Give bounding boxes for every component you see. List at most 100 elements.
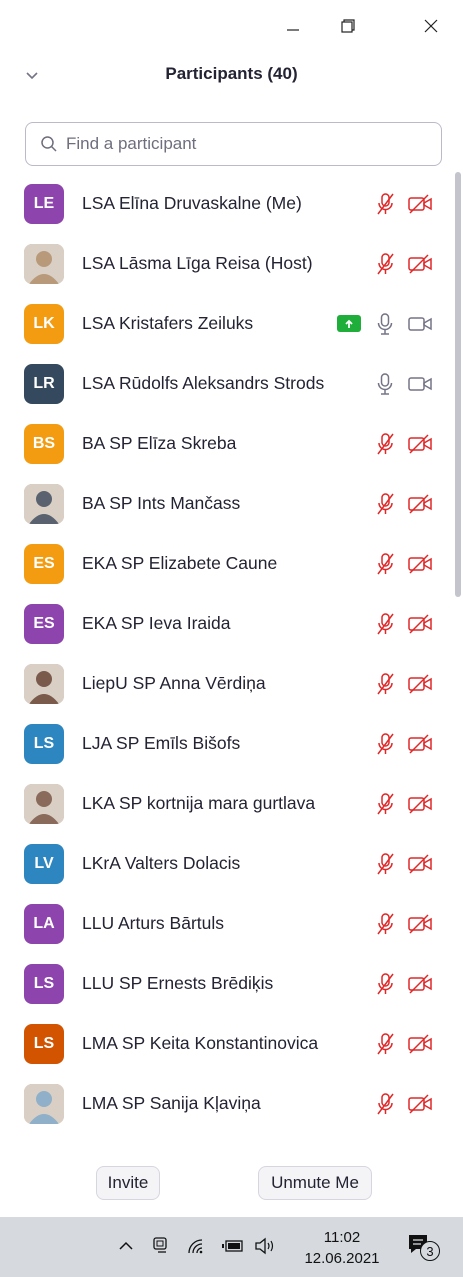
participant-row[interactable]: LR LSA Rūdolfs Aleksandrs Strods xyxy=(0,354,452,414)
participant-name: BA SP Ints Mančass xyxy=(82,493,241,513)
video-icon[interactable] xyxy=(407,372,433,396)
avatar: BS xyxy=(24,424,64,464)
video-off-icon[interactable] xyxy=(407,852,433,876)
mic-muted-icon[interactable] xyxy=(372,792,398,816)
participant-row[interactable]: LMA SP Sanija Kļaviņa xyxy=(0,1074,452,1134)
participant-row[interactable]: LE LSA Elīna Druvaskalne (Me) xyxy=(0,174,452,234)
participant-row[interactable]: ES EKA SP Ieva Iraida xyxy=(0,594,452,654)
video-off-icon[interactable] xyxy=(407,972,433,996)
participant-row[interactable]: LiepU SP Anna Vērdiņa xyxy=(0,654,452,714)
mic-muted-icon[interactable] xyxy=(372,852,398,876)
mic-muted-icon[interactable] xyxy=(372,192,398,216)
share-screen-icon xyxy=(337,315,361,332)
participant-row[interactable]: LA LLU Arturs Bārtuls xyxy=(0,894,452,954)
avatar-photo xyxy=(24,784,64,824)
mic-muted-icon[interactable] xyxy=(372,972,398,996)
avatar: LE xyxy=(24,184,64,224)
avatar: LV xyxy=(24,844,64,884)
volume-icon[interactable] xyxy=(254,1233,278,1259)
mic-muted-icon[interactable] xyxy=(372,912,398,936)
participant-name: LKA SP kortnija mara gurtlava xyxy=(82,793,316,813)
avatar: ES xyxy=(24,604,64,644)
video-off-icon[interactable] xyxy=(407,1032,433,1056)
invite-button[interactable]: Invite xyxy=(96,1166,160,1200)
participant-name: LSA Lāsma Līga Reisa (Host) xyxy=(82,253,313,273)
participant-name: LMA SP Keita Konstantinovica xyxy=(82,1033,319,1053)
minimize-icon xyxy=(287,29,299,31)
panel-footer: Invite Unmute Me xyxy=(0,1150,463,1216)
video-off-icon[interactable] xyxy=(407,552,433,576)
avatar: ES xyxy=(24,544,64,584)
unmute-me-button[interactable]: Unmute Me xyxy=(258,1166,372,1200)
participant-row[interactable]: LS LMA SP Keita Konstantinovica xyxy=(0,1014,452,1074)
avatar: LS xyxy=(24,724,64,764)
video-off-icon[interactable] xyxy=(407,492,433,516)
participant-name: LKrA Valters Dolacis xyxy=(82,853,241,873)
mic-muted-icon[interactable] xyxy=(372,612,398,636)
battery-icon[interactable] xyxy=(222,1233,246,1259)
mic-icon[interactable] xyxy=(372,312,398,336)
close-button[interactable] xyxy=(408,8,454,44)
video-off-icon[interactable] xyxy=(407,1092,433,1116)
clock-date: 12.06.2021 xyxy=(304,1250,380,1267)
video-off-icon[interactable] xyxy=(407,192,433,216)
mic-muted-icon[interactable] xyxy=(372,552,398,576)
wifi-icon[interactable] xyxy=(186,1233,206,1259)
participant-name: LLU SP Ernests Brēdiķis xyxy=(82,973,274,993)
participant-row[interactable]: LSA Lāsma Līga Reisa (Host) xyxy=(0,234,452,294)
taskbar-clock[interactable]: 11:02 12.06.2021 xyxy=(292,1227,392,1269)
participant-name: LiepU SP Anna Vērdiņa xyxy=(82,673,266,693)
video-off-icon[interactable] xyxy=(407,732,433,756)
mic-muted-icon[interactable] xyxy=(372,432,398,456)
video-off-icon[interactable] xyxy=(407,252,433,276)
avatar-photo xyxy=(24,664,64,704)
participant-row[interactable]: LV LKrA Valters Dolacis xyxy=(0,834,452,894)
minimize-button[interactable] xyxy=(270,8,316,44)
participant-row[interactable]: LK LSA Kristafers Zeiluks xyxy=(0,294,452,354)
restore-button[interactable] xyxy=(325,8,371,44)
mic-muted-icon[interactable] xyxy=(372,252,398,276)
restore-icon xyxy=(341,19,355,33)
mic-muted-icon[interactable] xyxy=(372,732,398,756)
meeting-tray-icon[interactable] xyxy=(152,1233,170,1259)
participant-row[interactable]: ES EKA SP Elizabete Caune xyxy=(0,534,452,594)
avatar: LR xyxy=(24,364,64,404)
participant-row[interactable]: BS BA SP Elīza Skreba xyxy=(0,414,452,474)
participant-list[interactable]: LE LSA Elīna Druvaskalne (Me) LSA Lāsma … xyxy=(0,174,452,1142)
avatar-photo xyxy=(24,484,64,524)
mic-muted-icon[interactable] xyxy=(372,672,398,696)
video-off-icon[interactable] xyxy=(407,432,433,456)
title-bar xyxy=(0,0,463,52)
search-icon xyxy=(40,135,58,153)
panel-title: Participants (40) xyxy=(165,64,298,83)
participant-row[interactable]: BA SP Ints Mančass xyxy=(0,474,452,534)
participant-row[interactable]: LKA SP kortnija mara gurtlava xyxy=(0,774,452,834)
mic-muted-icon[interactable] xyxy=(372,492,398,516)
avatar: LA xyxy=(24,904,64,944)
participant-name: LSA Rūdolfs Aleksandrs Strods xyxy=(82,373,325,393)
video-off-icon[interactable] xyxy=(407,672,433,696)
video-off-icon[interactable] xyxy=(407,612,433,636)
video-icon[interactable] xyxy=(407,312,433,336)
taskbar: 11:02 12.06.2021 3 xyxy=(0,1217,463,1277)
mic-icon[interactable] xyxy=(372,372,398,396)
show-hidden-icons-chevron-up-icon[interactable] xyxy=(118,1233,134,1259)
search-box[interactable] xyxy=(25,122,442,166)
avatar-photo xyxy=(24,1084,64,1124)
participant-name: EKA SP Ieva Iraida xyxy=(82,613,231,633)
video-off-icon[interactable] xyxy=(407,912,433,936)
mic-muted-icon[interactable] xyxy=(372,1032,398,1056)
video-off-icon[interactable] xyxy=(407,792,433,816)
participant-name: LLU Arturs Bārtuls xyxy=(82,913,224,933)
participant-name: LJA SP Emīls Bišofs xyxy=(82,733,241,753)
mic-muted-icon[interactable] xyxy=(372,1092,398,1116)
scrollbar[interactable] xyxy=(453,172,462,1140)
participant-name: LSA Kristafers Zeiluks xyxy=(82,313,254,333)
scrollbar-thumb[interactable] xyxy=(455,172,461,597)
search-input[interactable] xyxy=(64,133,428,155)
participant-row[interactable]: LS LJA SP Emīls Bišofs xyxy=(0,714,452,774)
notification-count-badge: 3 xyxy=(420,1241,440,1261)
avatar-photo xyxy=(24,244,64,284)
clock-time: 11:02 xyxy=(323,1229,361,1246)
participant-row[interactable]: LS LLU SP Ernests Brēdiķis xyxy=(0,954,452,1014)
